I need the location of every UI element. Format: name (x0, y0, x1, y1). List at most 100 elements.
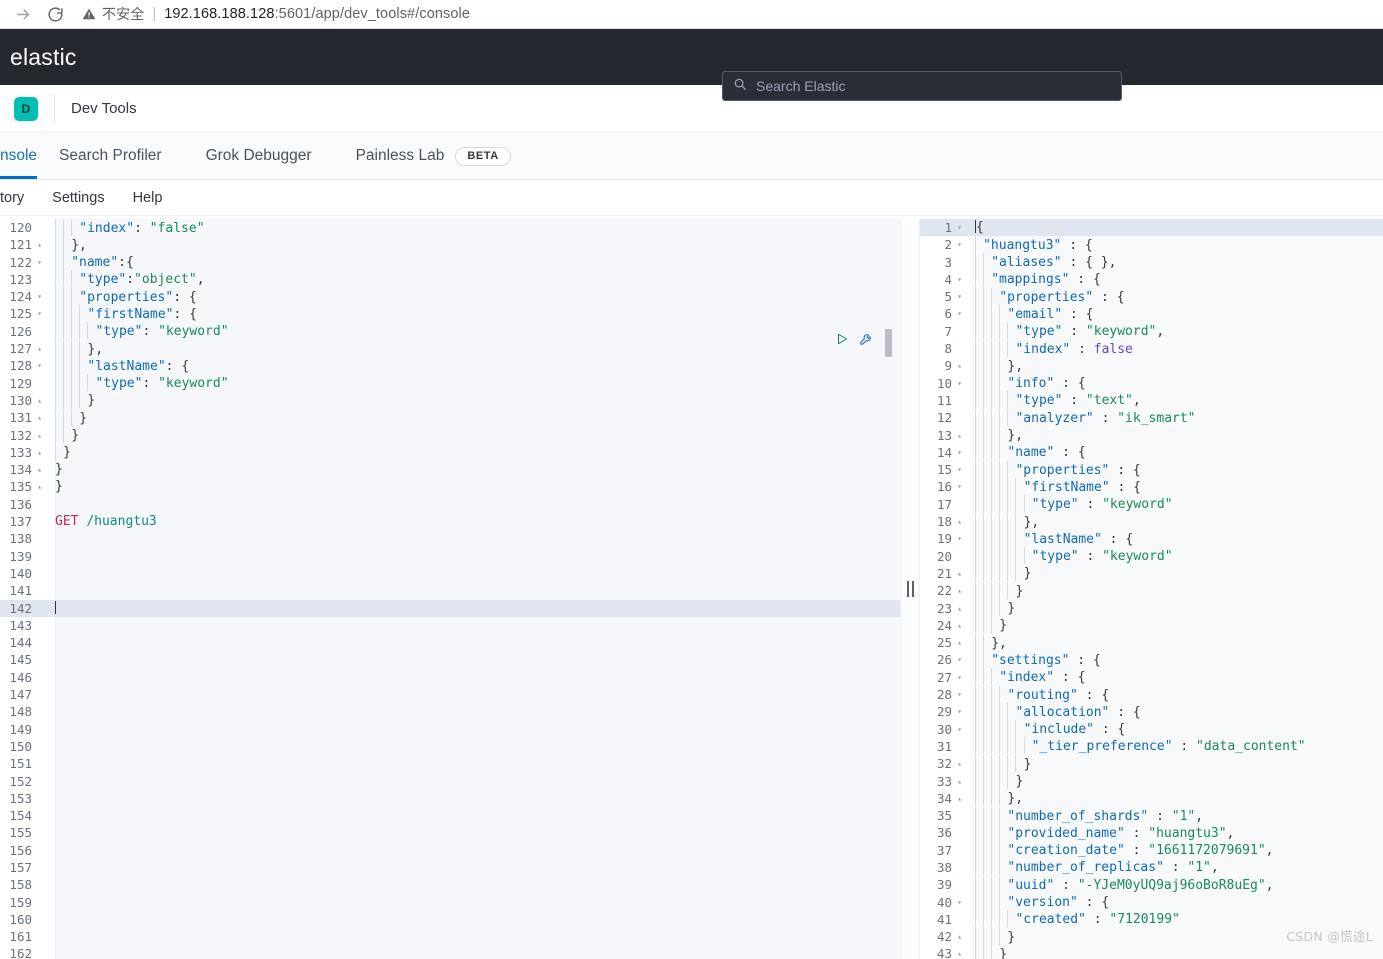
fold-toggle-icon[interactable]: ▴ (954, 928, 965, 945)
fold-toggle-icon[interactable]: ▾ (954, 686, 965, 703)
code-line[interactable]: 131 ▴} (0, 408, 900, 426)
code-line[interactable]: 2 ▾ "huangtu3" : { (920, 235, 1383, 253)
code-line[interactable]: 129 "type": "keyword" (0, 374, 900, 392)
code-line[interactable]: 123 "type":"object", (0, 270, 900, 288)
fold-toggle-icon[interactable]: ▴ (954, 755, 965, 772)
elastic-logo[interactable]: elastic (0, 44, 77, 71)
code-line[interactable]: 122 ▾ "name":{ (0, 253, 900, 271)
fold-toggle-icon[interactable]: ▴ (954, 357, 965, 374)
response-editor[interactable]: 1 ▾{2 ▾ "huangtu3" : {3 "aliases" : { }, 4 ▾ "m… (920, 219, 1383, 959)
code-line[interactable]: 145 (0, 651, 900, 668)
code-line[interactable]: 24 ▴} (920, 616, 1383, 634)
fold-toggle-icon[interactable]: ▴ (954, 790, 965, 807)
code-line[interactable]: 154 (0, 807, 900, 824)
fold-toggle-icon[interactable]: ▾ (954, 444, 965, 461)
code-line[interactable]: 161 (0, 928, 900, 945)
code-line[interactable]: 5 ▾ "properties" : { (920, 287, 1383, 305)
code-line[interactable]: 143 (0, 617, 900, 634)
fold-toggle-icon[interactable]: ▴ (954, 945, 965, 959)
fold-toggle-icon[interactable]: ▴ (954, 634, 965, 651)
editor-splitter[interactable] (900, 219, 920, 959)
drag-handle-icon[interactable] (906, 581, 914, 597)
code-line[interactable]: 37 "creation_date" : "1661172079691", (920, 841, 1383, 859)
code-line[interactable]: 33 ▴} (920, 772, 1383, 790)
tab-search-profiler[interactable]: Search Profiler (37, 133, 184, 179)
fold-toggle-icon[interactable]: ▾ (954, 651, 965, 668)
code-line[interactable]: 151 (0, 755, 900, 772)
code-line[interactable]: 159 (0, 894, 900, 911)
code-line[interactable]: 141 (0, 582, 900, 599)
code-line[interactable]: 130 ▴} (0, 391, 900, 409)
code-line[interactable]: 153 (0, 790, 900, 807)
code-line[interactable]: 135 ▴} (0, 478, 900, 495)
fold-toggle-icon[interactable]: ▴ (954, 513, 965, 530)
fold-toggle-icon[interactable]: ▴ (954, 773, 965, 790)
code-line[interactable]: 9 ▴}, (920, 356, 1383, 374)
code-line[interactable]: 18 ▴}, (920, 512, 1383, 530)
fold-toggle-icon[interactable]: ▴ (954, 617, 965, 634)
play-request-icon[interactable] (835, 332, 849, 351)
code-line[interactable]: 132 ▴} (0, 426, 900, 444)
fold-toggle-icon[interactable]: ▴ (34, 478, 45, 495)
code-line[interactable]: 148 (0, 703, 900, 720)
request-scrollbar-thumb[interactable] (885, 329, 892, 357)
fold-toggle-icon[interactable]: ▾ (954, 894, 965, 911)
code-line[interactable]: 160 (0, 911, 900, 928)
code-line[interactable]: 3 "aliases" : { }, (920, 253, 1383, 271)
code-line[interactable]: 32 ▴} (920, 754, 1383, 772)
code-line[interactable]: 22 ▴} (920, 581, 1383, 599)
code-line[interactable]: 137 GET /huangtu3 (0, 513, 900, 530)
code-line[interactable]: 156 (0, 842, 900, 859)
code-line[interactable]: 23 ▴} (920, 599, 1383, 617)
code-line[interactable]: 14 ▾ "name" : { (920, 443, 1383, 461)
fold-toggle-icon[interactable]: ▾ (34, 288, 45, 305)
code-line[interactable]: 35 "number_of_shards" : "1", (920, 806, 1383, 824)
code-line[interactable]: 34 ▴}, (920, 789, 1383, 807)
code-line[interactable]: 138 (0, 530, 900, 547)
fold-toggle-icon[interactable]: ▾ (34, 254, 45, 271)
code-line[interactable]: 11 "type" : "text", (920, 391, 1383, 409)
code-line[interactable]: 152 (0, 773, 900, 790)
code-line[interactable]: 20 "type" : "keyword" (920, 547, 1383, 565)
fold-toggle-icon[interactable]: ▾ (954, 478, 965, 495)
fold-toggle-icon[interactable]: ▴ (34, 409, 45, 426)
code-line[interactable]: 4 ▾ "mappings" : { (920, 270, 1383, 288)
request-editor[interactable]: 120 "index": "false" 121 ▴}, 122 ▾ "name":{123… (0, 219, 900, 959)
fold-toggle-icon[interactable]: ▴ (34, 461, 45, 478)
code-line[interactable]: 162 (0, 945, 900, 959)
fold-toggle-icon[interactable]: ▾ (954, 219, 965, 236)
code-line[interactable]: 31 "_tier_preference" : "data_content" (920, 737, 1383, 755)
tab-painless-lab[interactable]: Painless Lab BETA (334, 133, 533, 179)
code-line[interactable]: 142 (0, 599, 900, 617)
wrench-icon[interactable] (859, 331, 874, 351)
fold-toggle-icon[interactable]: ▴ (954, 582, 965, 599)
code-line[interactable]: 7 "type" : "keyword", (920, 322, 1383, 340)
fold-toggle-icon[interactable]: ▾ (954, 271, 965, 288)
fold-toggle-icon[interactable]: ▾ (954, 721, 965, 738)
code-line[interactable]: 40 ▾ "version" : { (920, 893, 1383, 911)
search-input[interactable] (756, 78, 1111, 94)
code-line[interactable]: 28 ▾ "routing" : { (920, 685, 1383, 703)
code-line[interactable]: 43 ▴} (920, 944, 1383, 959)
code-line[interactable]: 30 ▾ "include" : { (920, 720, 1383, 738)
code-line[interactable]: 39 "uuid" : "-YJeM0yUQ9aj96oBoR8uEg", (920, 875, 1383, 893)
code-line[interactable]: 12 "analyzer" : "ik_smart" (920, 408, 1383, 426)
code-line[interactable]: 16 ▾ "firstName" : { (920, 477, 1383, 495)
fold-toggle-icon[interactable]: ▾ (954, 461, 965, 478)
code-line[interactable]: 149 (0, 721, 900, 738)
forward-arrow-icon[interactable] (10, 1, 36, 27)
fold-toggle-icon[interactable]: ▴ (34, 340, 45, 357)
address-bar[interactable]: 不安全 | 192.168.188.128:5601/app/dev_tools… (68, 1, 1373, 27)
fold-toggle-icon[interactable]: ▴ (954, 565, 965, 582)
fold-toggle-icon[interactable]: ▾ (954, 305, 965, 322)
code-line[interactable]: 144 (0, 634, 900, 651)
fold-toggle-icon[interactable]: ▾ (954, 236, 965, 253)
global-search-box[interactable] (722, 71, 1122, 101)
fold-toggle-icon[interactable]: ▴ (954, 600, 965, 617)
code-line[interactable]: 8 "index" : false (920, 339, 1383, 357)
fold-toggle-icon[interactable]: ▾ (954, 375, 965, 392)
code-line[interactable]: 150 (0, 738, 900, 755)
code-line[interactable]: 124 ▾ "properties": { (0, 287, 900, 305)
fold-toggle-icon[interactable]: ▴ (954, 427, 965, 444)
code-line[interactable]: 15 ▾ "properties" : { (920, 460, 1383, 478)
